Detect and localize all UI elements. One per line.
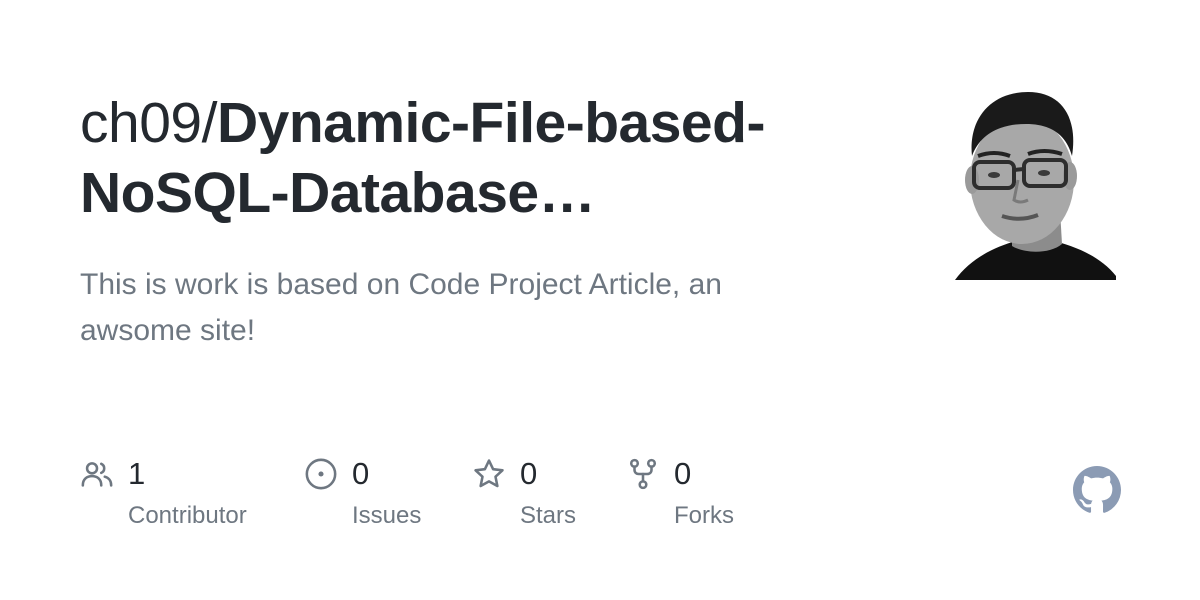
stat-count: 0: [352, 456, 370, 491]
github-mark-icon: [1073, 466, 1121, 513]
avatar: [955, 92, 1116, 280]
stat-count: 1: [128, 456, 146, 491]
stat-label: Issues: [352, 502, 422, 529]
stat-count: 0: [520, 456, 538, 491]
people-icon: [81, 462, 113, 487]
stat-label: Forks: [674, 502, 734, 529]
repo-title: ch09/Dynamic-File-based-NoSQL-Database…: [80, 88, 860, 228]
stat-label: Contributor: [128, 502, 247, 529]
repo-description: This is work is based on Code Project Ar…: [80, 268, 722, 347]
star-icon: [474, 459, 504, 488]
social-preview-card: ch09/Dynamic-File-based-NoSQL-Database… …: [0, 0, 1200, 600]
issue-icon: [305, 458, 337, 490]
fork-icon: [629, 458, 657, 490]
stat-count: 0: [674, 456, 692, 491]
repo-owner: ch09/: [80, 91, 217, 155]
stat-label: Stars: [520, 502, 577, 529]
